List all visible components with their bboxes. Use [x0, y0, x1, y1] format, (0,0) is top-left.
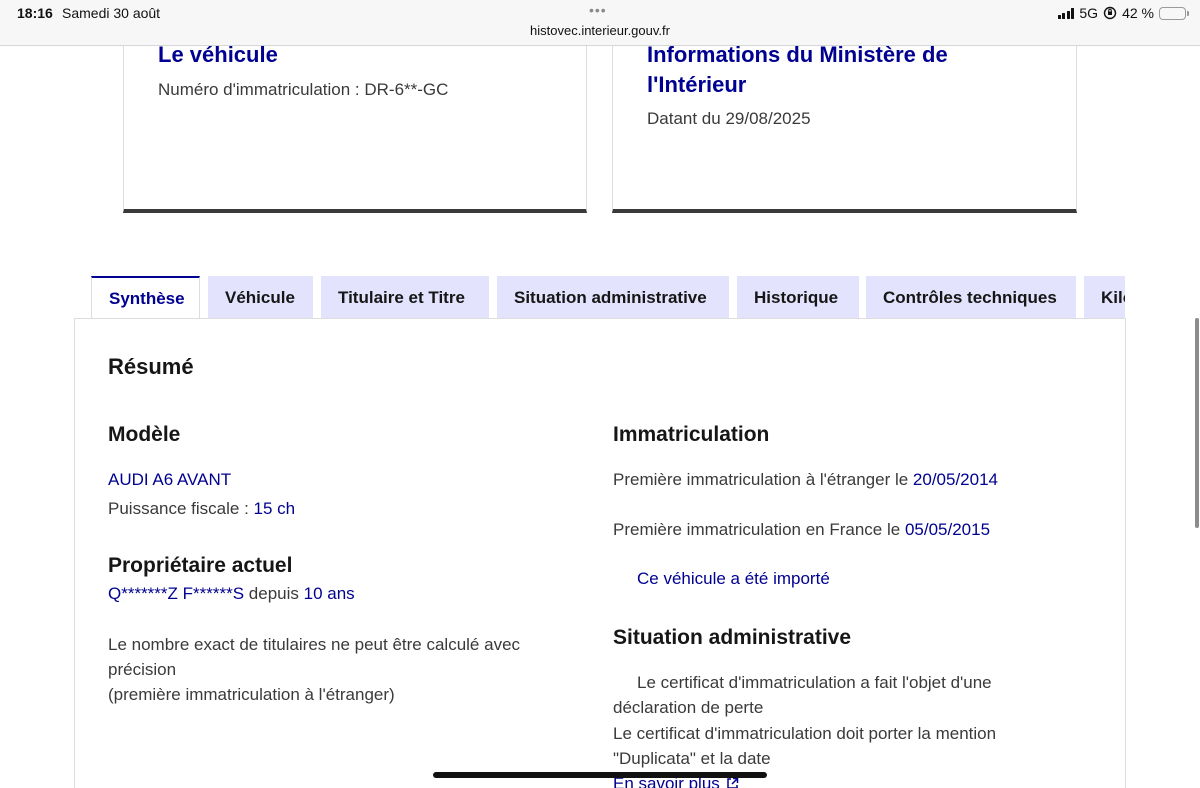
ministry-card: Informations du Ministère de l'Intérieur…	[612, 42, 1077, 213]
plate-number: Numéro d'immatriculation : DR-6**-GC	[158, 80, 449, 99]
scrollbar[interactable]	[1195, 318, 1199, 528]
imported-notice: Ce véhicule a été importé	[637, 569, 830, 588]
network-type: 5G	[1079, 5, 1099, 21]
owner-duration: 10 ans	[303, 584, 355, 603]
fiscal-power: Puissance fiscale : 15 ch	[108, 499, 296, 518]
owner-name: Q*******Z F******S	[108, 584, 245, 603]
tab-situation-administrative[interactable]: Situation administrative	[497, 276, 729, 319]
admin-heading: Situation administrative	[613, 626, 852, 649]
tab-historique[interactable]: Historique	[737, 276, 859, 319]
foreign-registration: Première immatriculation à l'étranger le…	[613, 470, 999, 489]
external-link-icon	[727, 777, 739, 788]
owner-note-3: (première immatriculation à l'étranger)	[108, 685, 395, 704]
model-heading: Modèle	[108, 423, 181, 446]
tab-vehicule[interactable]: Véhicule	[208, 276, 313, 319]
france-registration: Première immatriculation en France le 05…	[613, 520, 991, 539]
battery-percent: 42 %	[1122, 5, 1154, 21]
vehicle-card-title: Le véhicule	[158, 42, 278, 67]
admin-line-1: Le certificat d'immatriculation a fait l…	[637, 673, 992, 692]
tab-panel	[74, 318, 1126, 788]
address-bar-url[interactable]: histovec.interieur.gouv.fr	[0, 23, 1200, 38]
tab-titulaire[interactable]: Titulaire et Titre	[321, 276, 489, 319]
owner-note-2: précision	[108, 660, 177, 679]
battery-icon	[1159, 6, 1189, 20]
status-date: Samedi 30 août	[62, 5, 161, 21]
admin-line-4: "Duplicata" et la date	[613, 749, 771, 768]
orientation-lock-icon	[1103, 6, 1117, 20]
status-indicators: 5G 42 %	[1057, 5, 1189, 21]
ministry-date: Datant du 29/08/2025	[647, 109, 811, 128]
owner-heading: Propriétaire actuel	[108, 554, 293, 577]
tab-kilometrage[interactable]: Kilométrage	[1084, 276, 1125, 319]
vehicle-card: Le véhicule Numéro d'immatriculation : D…	[123, 42, 587, 213]
model-name: AUDI A6 AVANT	[108, 470, 232, 489]
registration-heading: Immatriculation	[613, 423, 770, 446]
ministry-card-title: Informations du Ministère de l'Intérieur	[647, 42, 948, 97]
admin-line-3: Le certificat d'immatriculation doit por…	[613, 724, 997, 743]
owner-line: Q*******Z F******S depuis 10 ans	[108, 584, 355, 603]
tab-controles-techniques[interactable]: Contrôles techniques	[866, 276, 1076, 319]
signal-icon	[1057, 7, 1075, 19]
tab-bar: Synthèse Véhicule Titulaire et Titre Sit…	[91, 276, 1125, 319]
home-indicator[interactable]	[433, 772, 767, 778]
admin-line-2: déclaration de perte	[613, 698, 764, 717]
summary-title: Résumé	[108, 354, 194, 379]
status-time: 18:16	[17, 5, 53, 21]
more-dots-icon[interactable]: •••	[589, 2, 607, 18]
owner-note-1: Le nombre exact de titulaires ne peut êt…	[108, 635, 521, 654]
tab-synthese[interactable]: Synthèse	[91, 276, 200, 319]
